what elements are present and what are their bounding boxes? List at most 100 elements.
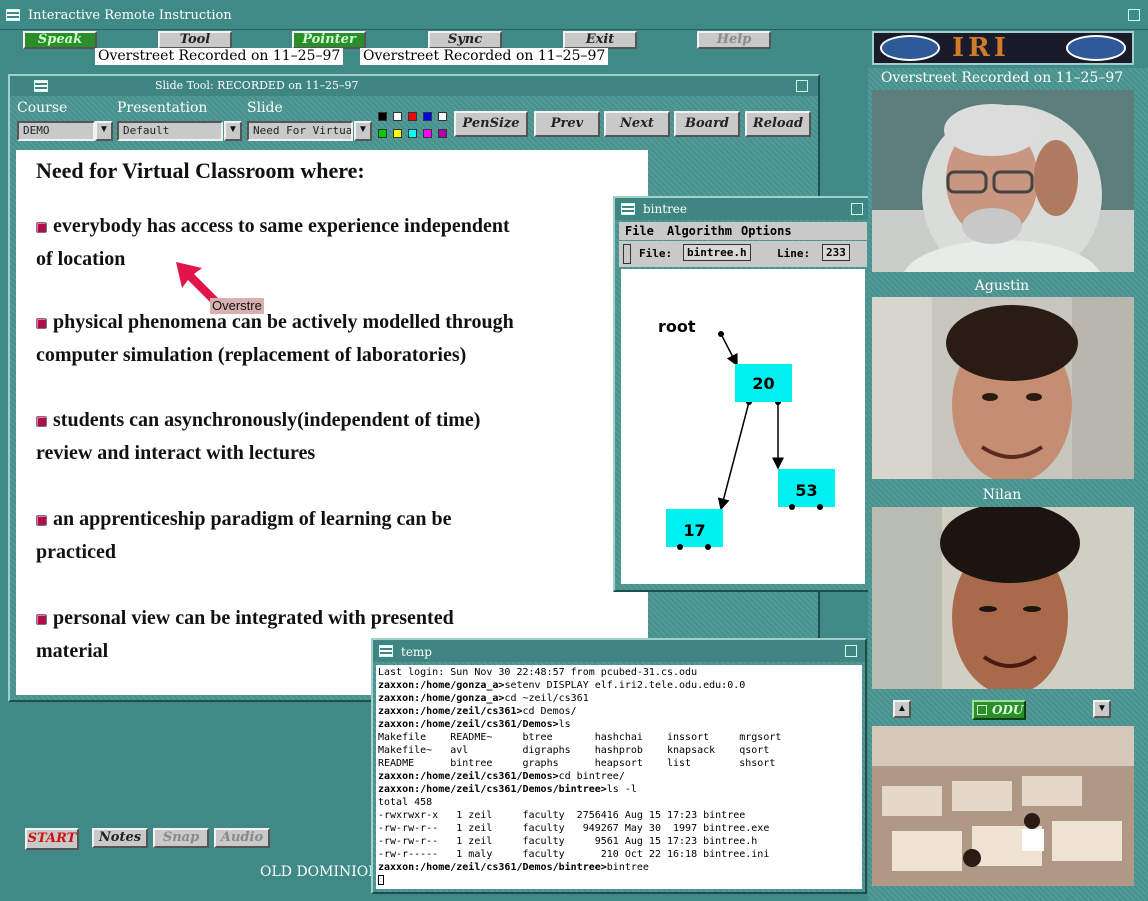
terminal-text: ls: [558, 719, 571, 730]
terminal-title: temp: [401, 645, 432, 659]
notes-button[interactable]: Notes: [92, 828, 148, 848]
terminal-prompt: zaxxon:/home/zeil/cs361/Demos/bintree>: [378, 862, 607, 873]
slide-dropdown-icon[interactable]: ▼: [354, 121, 372, 141]
video-feed-overstreet[interactable]: [872, 90, 1134, 272]
room-prev-icon[interactable]: ▲: [893, 700, 911, 718]
menu-algorithm[interactable]: Algorithm: [667, 222, 732, 240]
terminal-menu-icon[interactable]: [379, 645, 393, 657]
terminal-line: zaxxon:/home/zeil/cs361>cd Demos/: [378, 705, 860, 718]
bullet-text-line1: an apprenticeship paradigm of learning c…: [53, 508, 452, 530]
terminal-cursor: [378, 875, 384, 885]
odu-seal-right-icon: [1066, 35, 1126, 61]
terminal-text: Makefile README~ btree hashchai inssort …: [378, 732, 782, 743]
video-feed2-label: Agustin: [974, 278, 1030, 294]
presentation-select[interactable]: Default: [117, 121, 223, 141]
bullet-icon: [36, 415, 47, 427]
bullet-icon: [36, 514, 47, 526]
menu-options[interactable]: Options: [741, 222, 792, 240]
terminal-line: Last login: Sun Nov 30 22:48:57 from pcu…: [378, 666, 860, 679]
video-feed3-label: Nilan: [982, 487, 1022, 503]
video-feed-agustin[interactable]: [872, 297, 1134, 479]
presentation-dropdown-icon[interactable]: ▼: [224, 121, 242, 141]
room-selector[interactable]: ODU: [972, 700, 1026, 720]
pensize-button[interactable]: PenSize: [454, 111, 528, 137]
bintree-canvas[interactable]: root 20 53 17: [621, 269, 865, 584]
odu-seal-left-icon: [880, 35, 940, 61]
color-swatch[interactable]: [423, 112, 432, 121]
slide-tool-menu-icon[interactable]: [34, 80, 48, 92]
node-child-dots: [677, 504, 823, 550]
room-checkbox-icon: [977, 705, 987, 715]
terminal-prompt: zaxxon:/home/zeil/cs361/Demos/bintree>: [378, 784, 607, 795]
file-value: bintree.h: [683, 244, 751, 261]
terminal-output[interactable]: Last login: Sun Nov 30 22:48:57 from pcu…: [376, 665, 862, 889]
slide-select[interactable]: Need For Virtua: [247, 121, 353, 141]
bintree-infobar: File: bintree.h Line: 233: [619, 241, 867, 267]
help-button[interactable]: Help: [697, 31, 771, 49]
color-swatch[interactable]: [378, 112, 387, 121]
terminal-line: zaxxon:/home/zeil/cs361/Demos>ls: [378, 718, 860, 731]
board-button[interactable]: Board: [674, 111, 740, 137]
video-feed1-label: Overstreet Recorded on 11–25–97: [880, 70, 1124, 86]
slide-tool-minimize-icon[interactable]: [796, 80, 808, 92]
color-swatch[interactable]: [378, 129, 387, 138]
slide-label: Slide: [247, 100, 283, 116]
start-button[interactable]: START: [25, 828, 79, 850]
terminal-line: -rwxrwxr-x 1 zeil faculty 2756416 Aug 15…: [378, 809, 860, 822]
bintree-title-bar[interactable]: bintree: [615, 198, 869, 220]
speak-button[interactable]: Speak: [23, 31, 97, 49]
video-feed-nilan[interactable]: [872, 507, 1134, 689]
color-swatch[interactable]: [438, 112, 447, 121]
terminal-title-bar[interactable]: temp: [373, 640, 865, 662]
color-swatch[interactable]: [408, 129, 417, 138]
color-swatch[interactable]: [438, 129, 447, 138]
sync-button[interactable]: Sync: [428, 31, 502, 49]
terminal-text: -rw-rw-r-- 1 zeil faculty 9561 Aug 15 17…: [378, 836, 758, 847]
color-swatch[interactable]: [423, 129, 432, 138]
bullet-item: physical phenomena can be actively model…: [36, 306, 514, 372]
terminal-line: Makefile~ avl digraphs hashprob knapsack…: [378, 744, 860, 757]
color-swatch[interactable]: [408, 112, 417, 121]
menu-file[interactable]: File: [625, 222, 654, 240]
terminal-line: zaxxon:/home/gonza_a>setenv DISPLAY elf.…: [378, 679, 860, 692]
next-button[interactable]: Next: [604, 111, 670, 137]
reload-button[interactable]: Reload: [745, 111, 811, 137]
file-label: File:: [639, 247, 673, 260]
terminal-text: README bintree graphs heapsort list shso…: [378, 758, 776, 769]
slide-tool-title-bar[interactable]: Slide Tool: RECORDED on 11–25–97: [10, 76, 818, 96]
snap-button[interactable]: Snap: [153, 828, 209, 848]
course-dropdown-icon[interactable]: ▼: [95, 121, 113, 141]
course-select[interactable]: DEMO: [17, 121, 95, 141]
terminal-minimize-icon[interactable]: [845, 645, 857, 657]
bullet-text-line2: practiced: [36, 541, 116, 563]
terminal-line: zaxxon:/home/zeil/cs361/Demos>cd bintree…: [378, 770, 860, 783]
main-title-bar[interactable]: Interactive Remote Instruction: [0, 0, 1148, 30]
window-menu-icon[interactable]: [6, 9, 20, 21]
prev-button[interactable]: Prev: [534, 111, 600, 137]
recorded-label-right: Overstreet Recorded on 11–25–97: [360, 48, 609, 65]
bintree-menu-icon[interactable]: [621, 203, 635, 215]
bullet-item: students can asynchronously(independent …: [36, 404, 480, 470]
bullet-item: an apprenticeship paradigm of learning c…: [36, 503, 452, 569]
slide-canvas[interactable]: Need for Virtual Classroom where: everyb…: [16, 150, 648, 695]
pointer-button[interactable]: Pointer: [292, 31, 366, 49]
classroom-video-icon: [872, 726, 1134, 886]
recorded-label-left: Overstreet Recorded on 11–25–97: [95, 48, 344, 65]
audio-button[interactable]: Audio: [214, 828, 270, 848]
terminal-text: cd bintree/: [558, 771, 625, 782]
presentation-label: Presentation: [117, 100, 208, 116]
room-next-icon[interactable]: ▼: [1093, 700, 1111, 718]
bullet-text-line2: material: [36, 640, 109, 662]
minimize-icon[interactable]: [1128, 9, 1140, 21]
tool-button[interactable]: Tool: [158, 31, 232, 49]
exit-button[interactable]: Exit: [563, 31, 637, 49]
terminal-prompt: zaxxon:/home/zeil/cs361/Demos>: [378, 771, 559, 782]
bintree-title: bintree: [643, 202, 688, 216]
bintree-minimize-icon[interactable]: [851, 203, 863, 215]
terminal-line: README bintree graphs heapsort list shso…: [378, 757, 860, 770]
terminal-line: zaxxon:/home/gonza_a>cd ~zeil/cs361: [378, 692, 860, 705]
video-feed-classroom[interactable]: [872, 726, 1134, 886]
color-swatch[interactable]: [393, 112, 402, 121]
line-label: Line:: [777, 247, 811, 260]
color-swatch[interactable]: [393, 129, 402, 138]
